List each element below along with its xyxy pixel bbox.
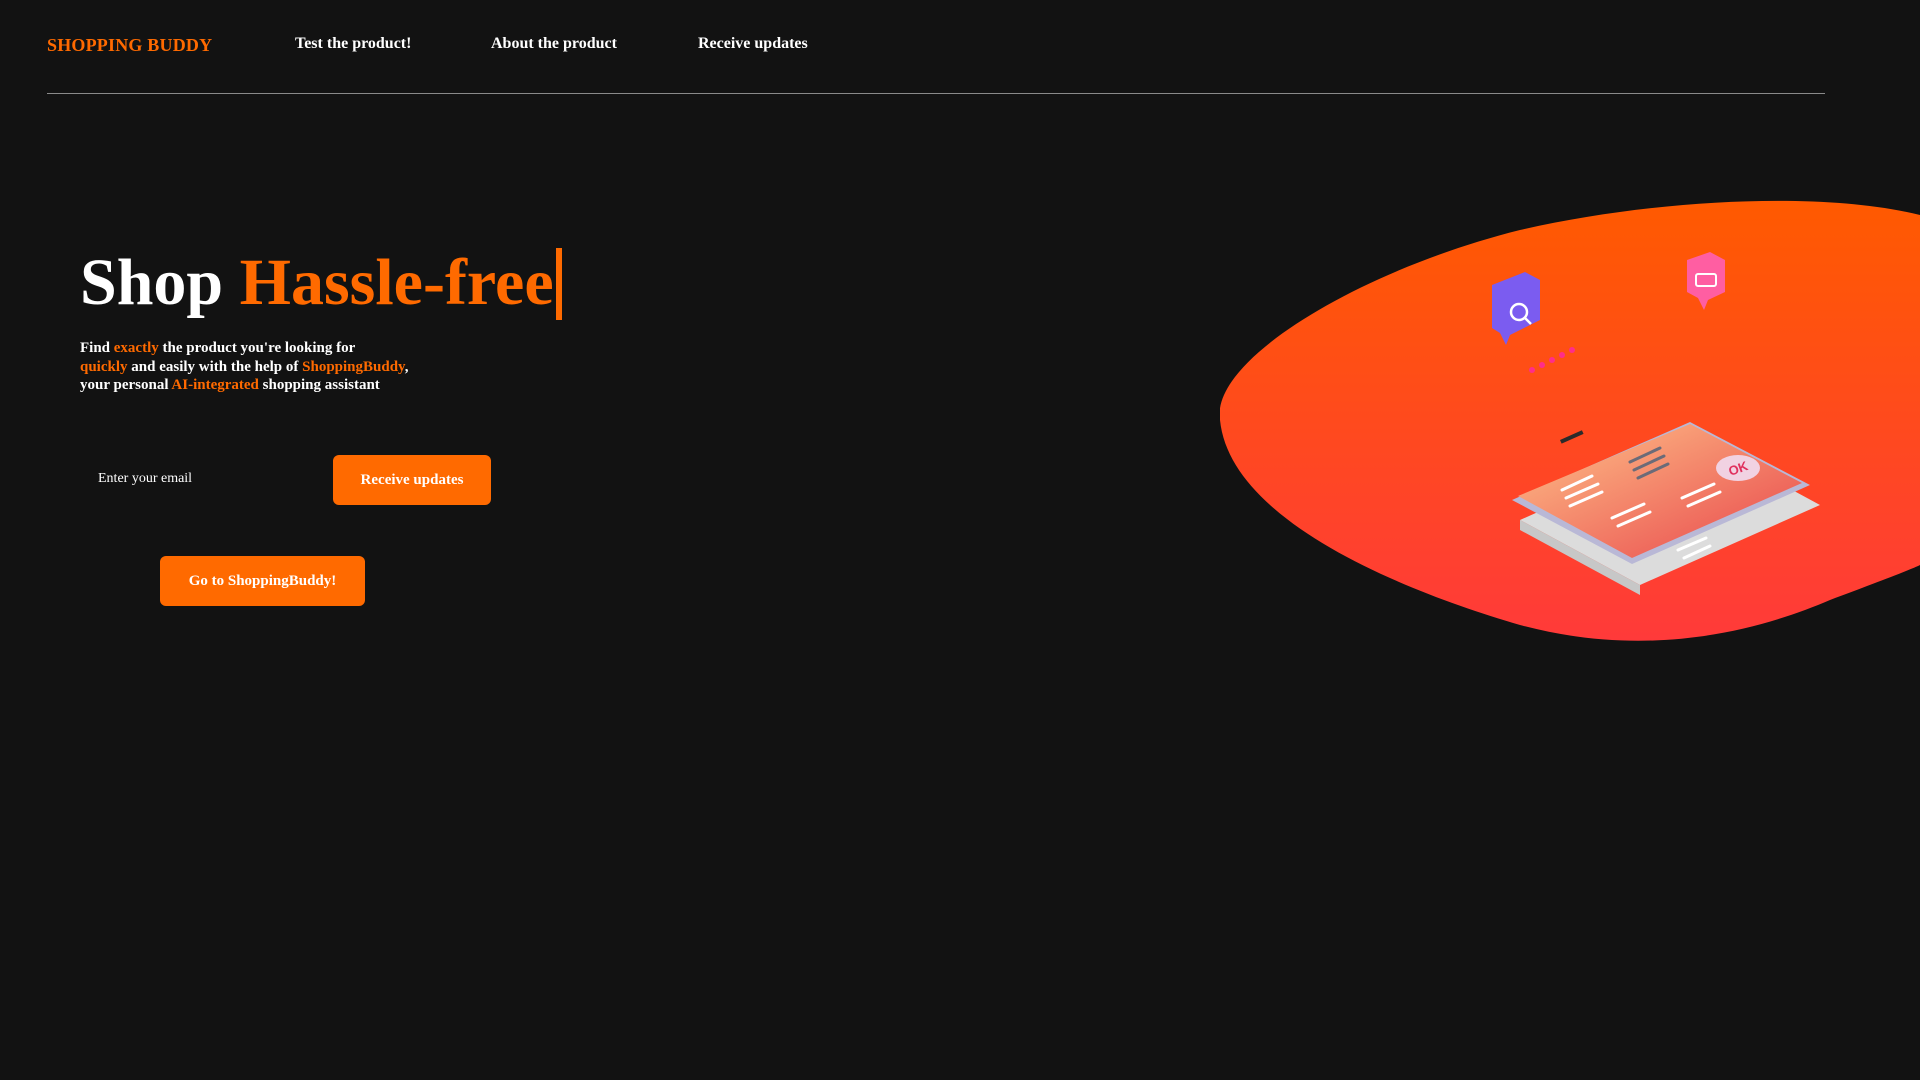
- nav-link-receive-updates[interactable]: Receive updates: [698, 35, 808, 53]
- go-to-shoppingbuddy-button[interactable]: Go to ShoppingBuddy!: [160, 556, 365, 606]
- tagline-text: your personal: [80, 377, 172, 393]
- receive-updates-button[interactable]: Receive updates: [333, 455, 491, 505]
- nav-link-about-product[interactable]: About the product: [491, 35, 617, 53]
- email-input[interactable]: [80, 455, 320, 503]
- hero-title: Shop Hassle-free: [80, 248, 562, 320]
- tagline-text: and easily with the help of: [127, 358, 303, 375]
- top-nav: SHOPPING BUDDY Test the product! About t…: [47, 0, 1825, 94]
- tagline-text: ,: [404, 358, 409, 375]
- hero-title-word-shop: Shop: [80, 246, 224, 319]
- orange-blob-shape: [1220, 200, 1920, 641]
- tagline-text: Find: [80, 340, 114, 356]
- logo[interactable]: SHOPPING BUDDY: [47, 35, 212, 56]
- tagline-text: shopping assistant: [258, 377, 380, 393]
- typing-cursor: [555, 248, 562, 320]
- tagline-text: the product you're looking for: [158, 340, 356, 356]
- hero-tagline: Find exactly the product you're looking …: [80, 339, 500, 395]
- tagline-highlight: ShoppingBuddy: [302, 358, 405, 375]
- tagline-highlight: AI-integrated: [171, 377, 259, 393]
- hero-title-word-hassle-free: Hassle-free: [239, 246, 554, 319]
- nav-link-test-product[interactable]: Test the product!: [295, 35, 411, 53]
- tagline-highlight: quickly: [80, 358, 128, 375]
- hero-illustration: OK: [1220, 200, 1920, 641]
- tagline-highlight: exactly: [113, 340, 159, 356]
